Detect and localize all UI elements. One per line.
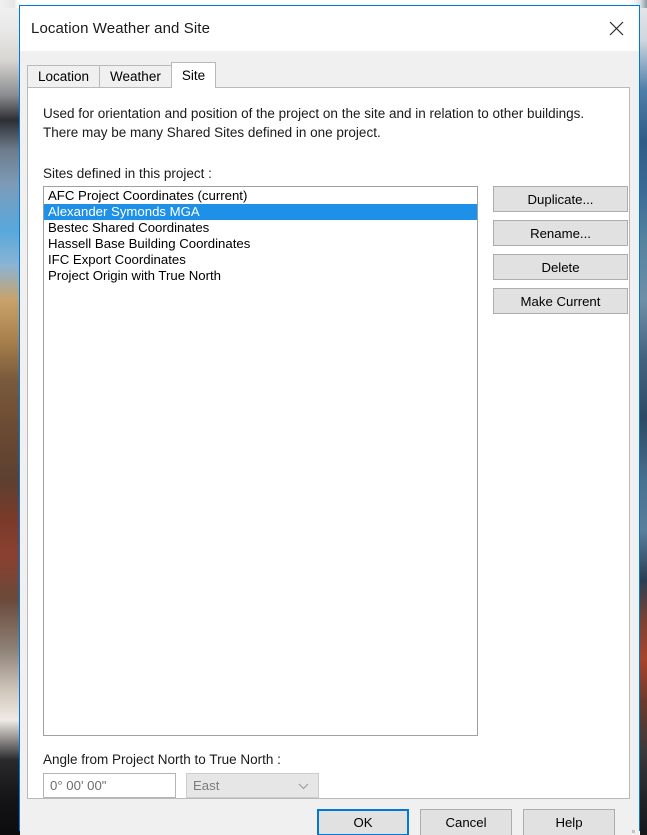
sites-list-label: Sites defined in this project : <box>43 166 212 181</box>
sites-listbox[interactable]: AFC Project Coordinates (current) Alexan… <box>43 186 478 736</box>
angle-direction-select[interactable]: East <box>186 773 319 798</box>
cancel-button[interactable]: Cancel <box>420 809 512 835</box>
site-description: Used for orientation and position of the… <box>43 106 585 140</box>
dialog-title: Location Weather and Site <box>31 20 211 37</box>
screen: Location Weather and Site Location Weath… <box>0 0 647 835</box>
dialog-footer: OK Cancel Help <box>20 799 639 835</box>
angle-label: Angle from Project North to True North : <box>43 752 281 767</box>
angle-input[interactable]: 0° 00' 00" <box>43 773 176 798</box>
help-button[interactable]: Help <box>523 809 615 835</box>
dialog-body: Location Weather Site Used for orientati… <box>20 51 639 835</box>
duplicate-button[interactable]: Duplicate... <box>493 186 628 212</box>
close-icon <box>609 21 624 36</box>
list-item[interactable]: Hassell Base Building Coordinates <box>44 236 477 252</box>
chevron-down-icon <box>298 777 309 795</box>
angle-row: 0° 00' 00" East <box>28 773 629 798</box>
rename-button[interactable]: Rename... <box>493 220 628 246</box>
tab-weather[interactable]: Weather <box>99 65 172 87</box>
sites-row: AFC Project Coordinates (current) Alexan… <box>28 181 629 736</box>
tab-site[interactable]: Site <box>170 62 217 88</box>
list-item[interactable]: Alexander Symonds MGA <box>44 204 477 220</box>
site-tab-panel: Used for orientation and position of the… <box>27 87 630 799</box>
desktop-background-right <box>640 0 647 835</box>
make-current-button[interactable]: Make Current <box>493 288 628 314</box>
list-item[interactable]: IFC Export Coordinates <box>44 252 477 268</box>
list-item[interactable]: Bestec Shared Coordinates <box>44 220 477 236</box>
angle-direction-value: East <box>193 778 220 793</box>
resize-grip[interactable] <box>622 830 635 835</box>
tab-location[interactable]: Location <box>27 65 101 87</box>
ok-button[interactable]: OK <box>317 809 409 835</box>
list-item[interactable]: Project Origin with True North <box>44 268 477 284</box>
close-button[interactable] <box>593 6 639 51</box>
location-weather-site-dialog: Location Weather and Site Location Weath… <box>19 5 640 835</box>
tabstrip: Location Weather Site <box>27 62 639 88</box>
delete-button[interactable]: Delete <box>493 254 628 280</box>
site-actions: Duplicate... Rename... Delete Make Curre… <box>493 186 628 322</box>
list-item[interactable]: AFC Project Coordinates (current) <box>44 188 477 204</box>
dialog-titlebar: Location Weather and Site <box>20 6 639 51</box>
